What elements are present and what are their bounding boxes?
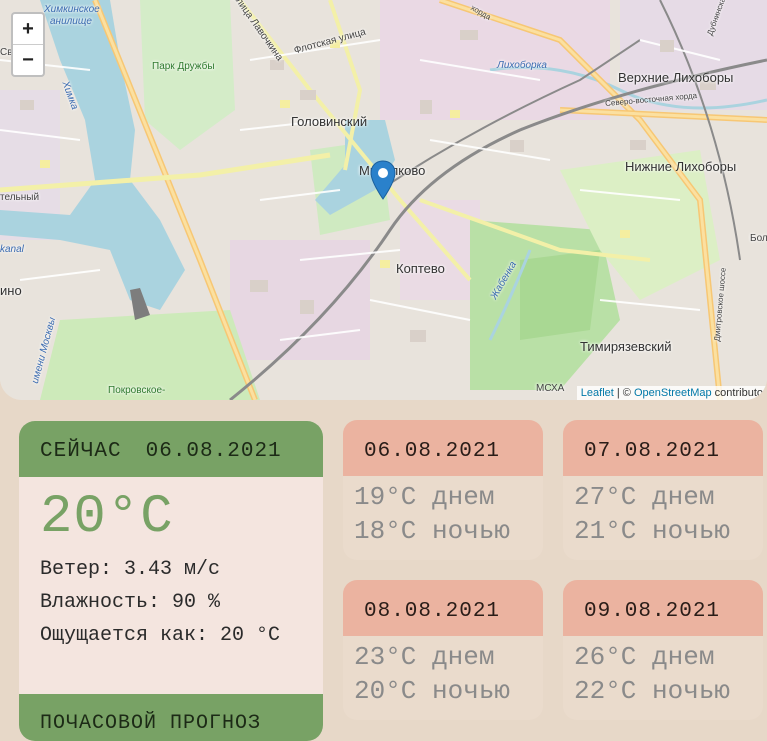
map-label-likhoborka: Лихоборка — [497, 60, 547, 71]
current-wind: Ветер: 3.43 м/с — [40, 558, 221, 581]
forecast-card: 07.08.2021 27°C днем 21°C ночью — [563, 420, 763, 560]
forecast-night-temp: 20°C ночью — [354, 676, 511, 706]
map-label-verkhnie-likhobory: Верхние Лихоборы — [618, 70, 734, 85]
forecast-card: 08.08.2021 23°C днем 20°C ночью — [343, 580, 543, 720]
map-label-ino: ино — [0, 283, 22, 298]
map-label-nizhnie-likhobory: Нижние Лихоборы — [625, 159, 737, 174]
map-attribution: Leaflet | © OpenStreetMap contributo — [576, 386, 767, 400]
map-label-koptevo: Коптево — [396, 261, 445, 276]
map-label-golovinsky: Головинский — [291, 114, 368, 129]
attribution-contributors: contributo — [711, 387, 763, 399]
forecast-card: 06.08.2021 19°C днем 18°C ночью — [343, 420, 543, 560]
attribution-separator: | © — [613, 387, 634, 399]
forecast-date: 08.08.2021 — [343, 580, 543, 636]
zoom-in-button[interactable]: + — [13, 14, 43, 44]
map-label-msha: МСХА — [536, 383, 565, 394]
map-label-atelny: тельный — [0, 192, 40, 203]
forecast-card: 09.08.2021 26°C днем 22°C ночью — [563, 580, 763, 720]
forecast-day-temp: 19°C днем — [354, 482, 495, 512]
forecast-date: 06.08.2021 — [343, 420, 543, 476]
leaflet-link[interactable]: Leaflet — [581, 387, 614, 399]
forecast-night-temp: 18°C ночью — [354, 516, 511, 546]
map[interactable]: Головинский Михалково Коптево Верхние Ли… — [0, 0, 767, 400]
zoom-control: + − — [11, 12, 45, 77]
map-label-kanal: kanal — [0, 244, 24, 255]
forecast-day-temp: 27°C днем — [574, 482, 715, 512]
map-label-pokrovskoe: Покровское- — [108, 385, 166, 396]
forecast-date: 07.08.2021 — [563, 420, 763, 476]
map-pin-icon[interactable] — [370, 160, 396, 200]
zoom-out-button[interactable]: − — [13, 44, 43, 75]
forecast-night-temp: 21°C ночью — [574, 516, 731, 546]
map-label-vodokhranilishche: анилище — [50, 16, 92, 27]
current-temperature: 20°C — [40, 487, 174, 548]
forecast-day-temp: 26°C днем — [574, 642, 715, 672]
map-label-khimkinskoe: Химкинское — [44, 4, 100, 15]
hourly-forecast-header[interactable]: ПОЧАСОВОЙ ПРОГНОЗ — [19, 694, 323, 741]
current-label: СЕЙЧАС — [40, 440, 122, 463]
map-label-park-druzhby: Парк Дружбы — [152, 61, 215, 72]
map-label-timiryazevsky: Тимирязевский — [580, 339, 672, 354]
current-weather-header: СЕЙЧАС 06.08.2021 — [19, 421, 323, 477]
current-humidity: Влажность: 90 % — [40, 591, 221, 614]
forecast-date: 09.08.2021 — [563, 580, 763, 636]
forecast-day-temp: 23°C днем — [354, 642, 495, 672]
forecast-night-temp: 22°C ночью — [574, 676, 731, 706]
current-feels-like: Ощущается как: 20 °C — [40, 624, 281, 647]
current-date: 06.08.2021 — [145, 440, 282, 463]
current-weather-card: СЕЙЧАС 06.08.2021 20°C Ветер: 3.43 м/с Вл… — [19, 421, 323, 741]
map-label-bol: Бол — [750, 233, 767, 244]
osm-link[interactable]: OpenStreetMap — [634, 387, 712, 399]
